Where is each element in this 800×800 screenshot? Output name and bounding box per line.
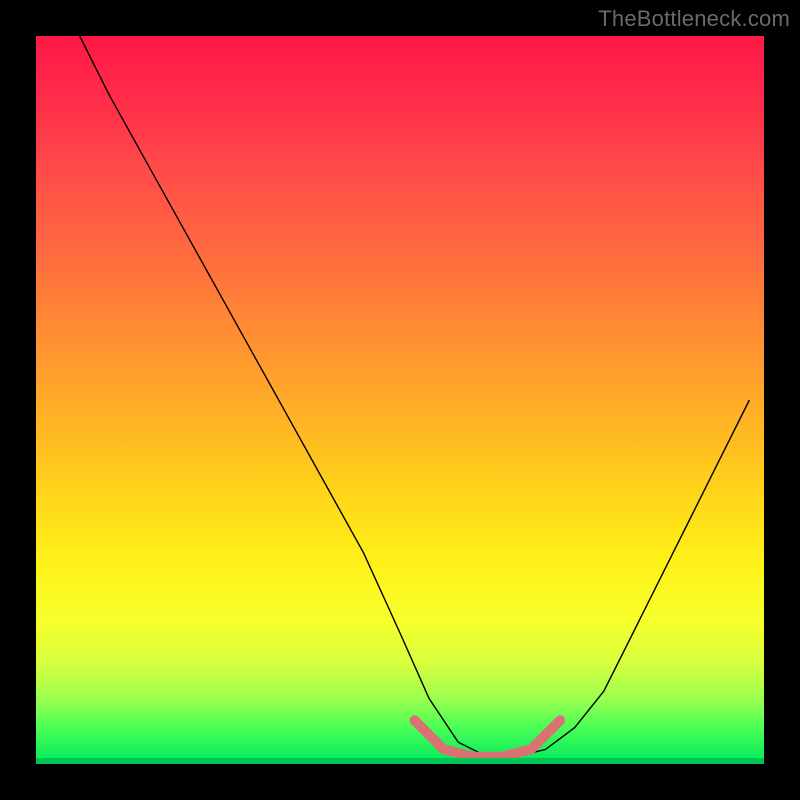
green-baseline bbox=[36, 758, 764, 764]
curve-svg bbox=[36, 36, 764, 764]
plot-area bbox=[36, 36, 764, 764]
main-curve bbox=[80, 36, 750, 757]
watermark: TheBottleneck.com bbox=[598, 6, 790, 32]
chart-frame: TheBottleneck.com bbox=[0, 0, 800, 800]
